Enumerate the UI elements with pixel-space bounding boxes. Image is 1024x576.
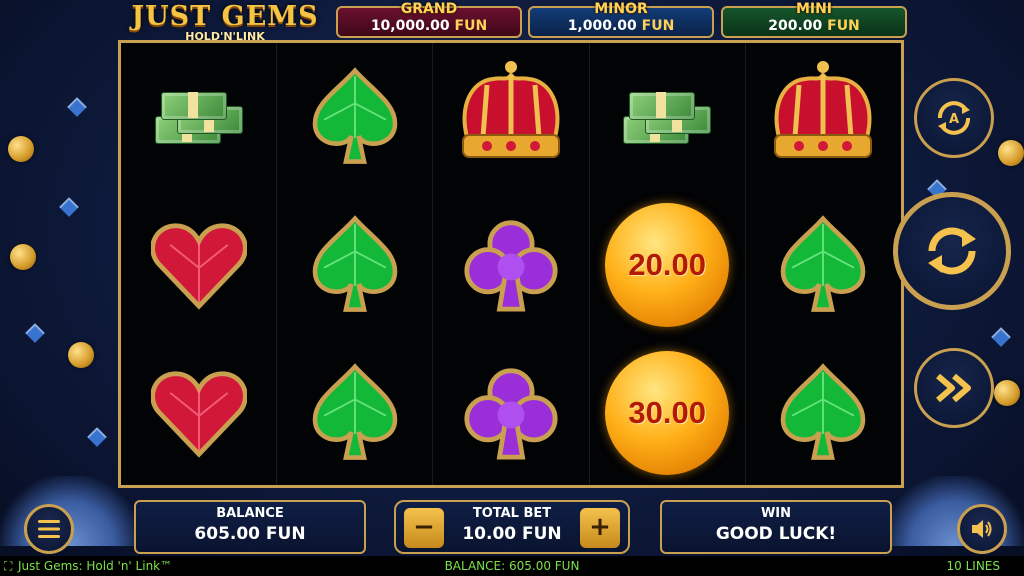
win-label: WIN [760,506,792,521]
green-spade-gem-symbol [746,191,901,339]
spade-gem-icon [781,215,866,312]
background-gem [87,427,107,447]
reel-3 [433,43,590,487]
win-message: GOOD LUCK! [715,524,837,544]
club-gem-icon [464,368,558,460]
background-coin [10,244,36,270]
jackpot-mini-amount: 200.00 [768,18,823,34]
turbo-button[interactable] [914,348,994,428]
menu-button[interactable] [24,504,74,554]
sound-button[interactable] [957,504,1007,554]
autoplay-button[interactable]: A [914,78,994,158]
heart-gem-icon [150,371,247,458]
lines-count: 10 LINES [946,559,1000,573]
background-coin [998,140,1024,166]
background-gem [67,97,87,117]
spin-button[interactable] [893,192,1011,310]
reel-4: 20.00 30.00 [590,43,746,485]
heart-gem-icon [150,223,247,310]
cash-stack-icon [619,82,715,152]
balance-value: 605.00 FUN [194,524,306,544]
background-coin [994,380,1020,406]
red-heart-gem-symbol [121,191,276,339]
logo-title: JUST GEMS [131,1,319,32]
reel-5 [746,43,901,485]
cash-stack-icon [151,82,247,152]
coin-symbol: 30.00 [590,339,745,487]
background-coin [8,136,34,162]
reel-2 [277,43,434,487]
club-gem-icon [464,220,558,312]
crown-icon [774,61,873,158]
green-spade-gem-symbol [277,339,432,487]
coin-symbol: 20.00 [590,191,745,339]
hamburger-menu-icon [38,520,60,538]
status-bar: ⛶ Just Gems: Hold 'n' Link™ BALANCE: 605… [0,556,1024,576]
jackpot-minor-label: MINOR [594,1,648,17]
background-gem [59,197,79,217]
balance-label: BALANCE [216,506,284,521]
background-gem [991,327,1011,347]
jackpot-mini-label: MINI [795,1,833,17]
crown-icon [462,61,560,158]
jackpot-minor-value: 1,000.00 FUN [530,18,712,34]
jackpot-mini: MINI 200.00 FUN [721,1,907,38]
spin-arrows-icon [928,227,976,275]
jackpot-grand-amount: 10,000.00 [370,18,450,34]
purple-club-gem-symbol [433,191,588,339]
jackpot-grand: GRAND 10,000.00 FUN [336,1,522,38]
green-spade-gem-symbol [746,339,901,487]
cash-stack-symbol [590,43,745,191]
status-balance: BALANCE: 605.00 FUN [444,559,580,573]
jackpot-minor-unit: FUN [641,18,675,34]
autoplay-icon: A [938,101,970,135]
jackpot-mini-unit: FUN [827,18,860,34]
jackpot-grand-label: GRAND [400,1,458,17]
background-gem [25,323,45,343]
speaker-icon [972,520,992,538]
red-crown-symbol [433,43,588,191]
coin-value: 30.00 [605,351,730,475]
balance-panel: BALANCE 605.00 FUN [134,500,366,554]
spade-gem-icon [312,215,398,312]
spade-gem-icon [312,67,398,164]
decrease-bet-button[interactable]: − [404,508,444,548]
jackpot-minor: MINOR 1,000.00 FUN [528,1,714,38]
total-bet-panel: − TOTAL BET 10.00 FUN + [394,500,630,554]
green-spade-gem-symbol [277,191,432,339]
jackpot-minor-amount: 1,000.00 [567,18,637,34]
win-panel: WIN GOOD LUCK! [660,500,892,554]
fast-forward-icon [936,373,971,403]
background-coin [68,342,94,368]
coin-value: 20.00 [605,203,730,327]
jackpot-grand-unit: FUN [454,18,488,34]
reel-1 [121,43,278,487]
purple-club-gem-symbol [433,339,588,487]
jackpot-mini-value: 200.00 FUN [723,18,905,34]
red-crown-symbol [746,43,901,191]
cash-stack-symbol [121,43,276,191]
increase-bet-button[interactable]: + [580,508,620,548]
reel-grid: 20.00 30.00 [118,40,904,488]
red-heart-gem-symbol [121,339,276,487]
svg-text:A: A [949,112,959,127]
green-spade-gem-symbol [277,43,432,191]
spade-gem-icon [312,363,398,460]
jackpot-grand-value: 10,000.00 FUN [338,18,520,34]
spade-gem-icon [781,363,866,460]
